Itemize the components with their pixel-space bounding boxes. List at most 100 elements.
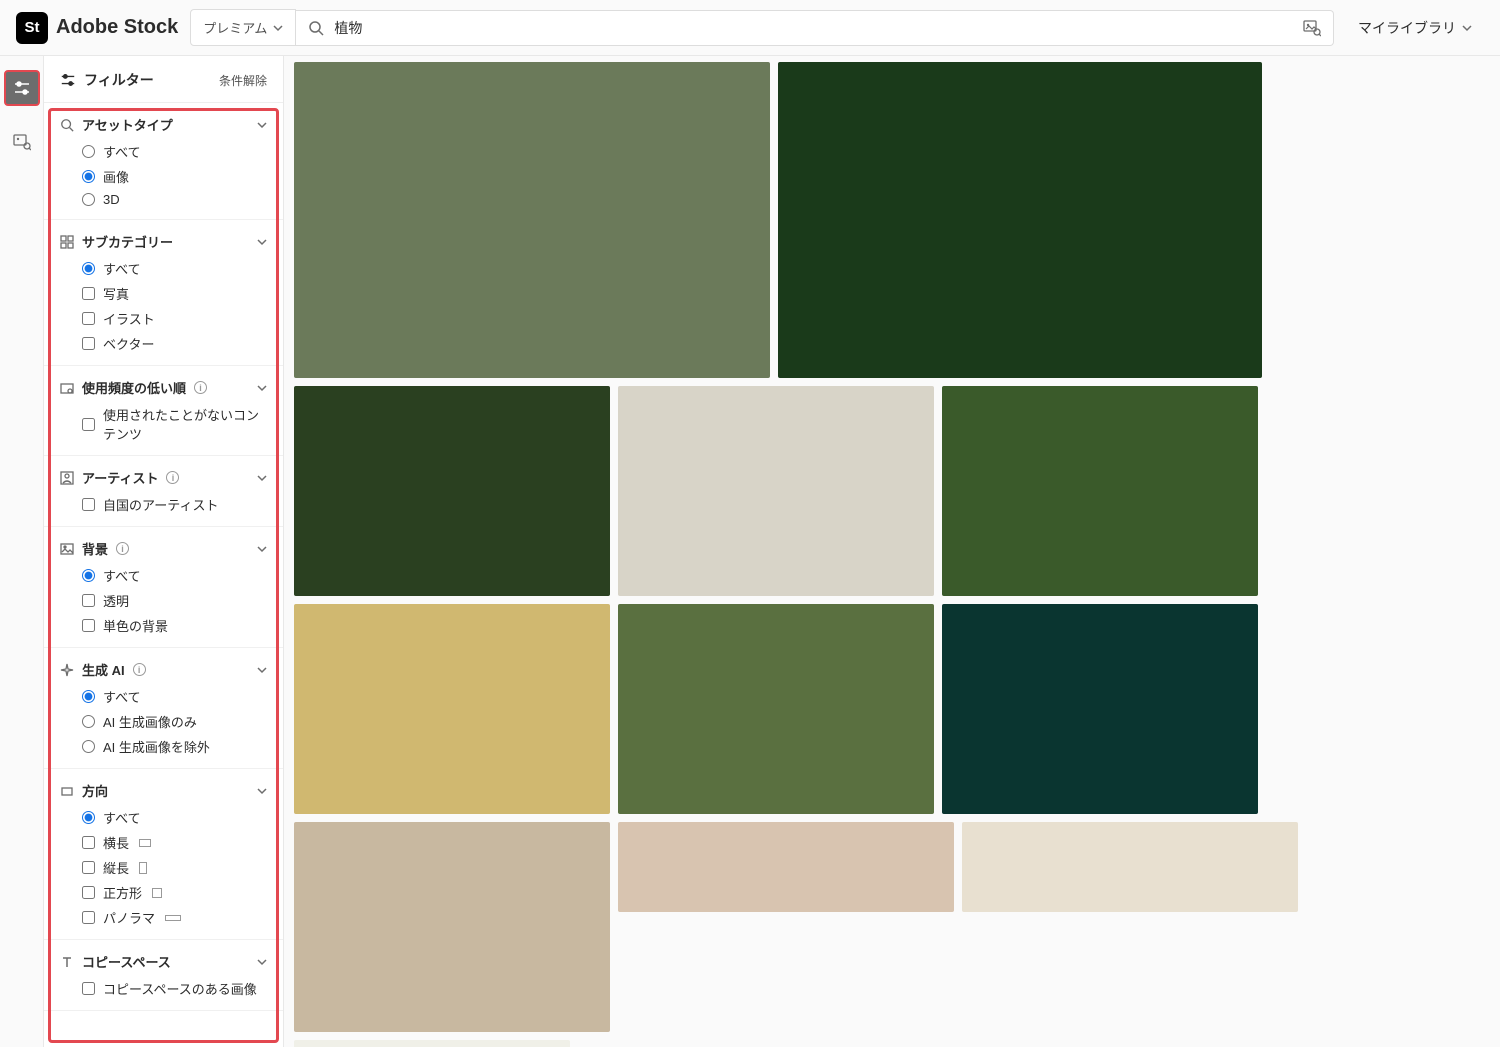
search-icon — [60, 118, 74, 132]
filter-section-toggle[interactable]: 背景i — [60, 539, 267, 558]
sliders-icon — [60, 72, 76, 88]
filter-section-artist: アーティストi 自国のアーティスト — [44, 456, 283, 527]
option-artist-local[interactable]: 自国のアーティスト — [82, 495, 267, 514]
sparkle-icon — [60, 663, 74, 677]
option-copyspace-has[interactable]: コピースペースのある画像 — [82, 979, 267, 998]
filter-section-subcategory: サブカテゴリー すべて 写真 イラスト ベクター — [44, 220, 283, 366]
info-icon[interactable]: i — [116, 542, 129, 555]
chevron-down-icon — [257, 665, 267, 675]
result-thumbnail[interactable] — [942, 604, 1258, 814]
option-orient-square[interactable]: 正方形 — [82, 883, 267, 902]
results-area — [284, 56, 1500, 1047]
result-thumbnail[interactable] — [778, 62, 1262, 378]
logo[interactable]: St Adobe Stock — [16, 12, 178, 44]
chevron-down-icon — [257, 120, 267, 130]
search-icon — [308, 20, 324, 36]
result-thumbnail[interactable] — [962, 822, 1298, 912]
option-orient-all[interactable]: すべて — [82, 808, 267, 827]
info-icon[interactable]: i — [166, 471, 179, 484]
main: フィルター 条件解除 アセットタイプ すべて 画像 3D サブカテゴリー — [0, 56, 1500, 1047]
result-thumbnail[interactable] — [618, 386, 934, 596]
option-ai-all[interactable]: すべて — [82, 687, 267, 706]
info-icon[interactable]: i — [194, 381, 207, 394]
image-icon — [60, 542, 74, 556]
clear-filters-link[interactable]: 条件解除 — [219, 72, 267, 89]
sliders-icon — [13, 79, 31, 97]
rail-visual-search-button[interactable] — [4, 124, 40, 160]
chevron-down-icon — [257, 383, 267, 393]
filter-section-toggle[interactable]: 使用頻度の低い順i — [60, 378, 267, 397]
chevron-down-icon — [257, 237, 267, 247]
filter-section-orientation: 方向 すべて 横長 縦長 正方形 パノラマ — [44, 769, 283, 940]
filter-panel: フィルター 条件解除 アセットタイプ すべて 画像 3D サブカテゴリー — [44, 56, 284, 1047]
search-input[interactable] — [334, 20, 1293, 36]
logo-badge: St — [16, 12, 48, 44]
result-thumbnail[interactable] — [618, 604, 934, 814]
result-thumbnail[interactable] — [294, 62, 770, 378]
square-shape-icon — [152, 888, 162, 898]
option-bg-solid[interactable]: 単色の背景 — [82, 616, 267, 635]
premium-label: プレミアム — [203, 18, 267, 37]
text-icon — [60, 955, 74, 969]
image-search-icon[interactable] — [1303, 19, 1321, 37]
chevron-down-icon — [1462, 23, 1472, 33]
filter-header: フィルター 条件解除 — [44, 56, 283, 103]
option-orient-panorama[interactable]: パノラマ — [82, 908, 267, 927]
filter-section-rare: 使用頻度の低い順i 使用されたことがないコンテンツ — [44, 366, 283, 456]
image-search-icon — [13, 133, 31, 151]
option-ai-only[interactable]: AI 生成画像のみ — [82, 712, 267, 731]
result-thumbnail[interactable] — [294, 1040, 570, 1047]
side-rail — [0, 56, 44, 1047]
rare-icon — [60, 381, 74, 395]
option-bg-transparent[interactable]: 透明 — [82, 591, 267, 610]
logo-text: Adobe Stock — [56, 16, 178, 39]
filter-section-background: 背景i すべて 透明 単色の背景 — [44, 527, 283, 648]
header: St Adobe Stock プレミアム マイライブラリ — [0, 0, 1500, 56]
filter-section-toggle[interactable]: 生成 AIi — [60, 660, 267, 679]
result-thumbnail[interactable] — [618, 822, 954, 912]
option-asset-all[interactable]: すべて — [82, 142, 267, 161]
result-thumbnail[interactable] — [294, 604, 610, 814]
orientation-icon — [60, 784, 74, 798]
chevron-down-icon — [257, 957, 267, 967]
user-icon — [60, 471, 74, 485]
option-ai-exclude[interactable]: AI 生成画像を除外 — [82, 737, 267, 756]
filter-section-copyspace: コピースペース コピースペースのある画像 — [44, 940, 283, 1011]
option-orient-vertical[interactable]: 縦長 — [82, 858, 267, 877]
mylibrary-label: マイライブラリ — [1358, 18, 1456, 38]
filter-section-genai: 生成 AIi すべて AI 生成画像のみ AI 生成画像を除外 — [44, 648, 283, 769]
option-asset-image[interactable]: 画像 — [82, 167, 267, 186]
vertical-shape-icon — [139, 862, 147, 874]
chevron-down-icon — [257, 544, 267, 554]
option-sub-vector[interactable]: ベクター — [82, 334, 267, 353]
option-sub-photo[interactable]: 写真 — [82, 284, 267, 303]
filter-section-asset-type: アセットタイプ すべて 画像 3D — [44, 103, 283, 220]
option-rare-never[interactable]: 使用されたことがないコンテンツ — [82, 405, 267, 443]
chevron-down-icon — [273, 23, 283, 33]
chevron-down-icon — [257, 786, 267, 796]
grid-icon — [60, 235, 74, 249]
result-thumbnail[interactable] — [294, 822, 610, 1032]
search-input-wrap — [296, 10, 1334, 46]
panorama-shape-icon — [165, 915, 181, 921]
option-sub-illustration[interactable]: イラスト — [82, 309, 267, 328]
result-thumbnail[interactable] — [294, 386, 610, 596]
filter-section-toggle[interactable]: アセットタイプ — [60, 115, 267, 134]
filter-section-toggle[interactable]: サブカテゴリー — [60, 232, 267, 251]
premium-dropdown[interactable]: プレミアム — [190, 9, 296, 46]
rail-filters-button[interactable] — [4, 70, 40, 106]
results-grid — [294, 62, 1490, 1047]
filter-title: フィルター — [60, 70, 154, 90]
option-bg-all[interactable]: すべて — [82, 566, 267, 585]
option-asset-3d[interactable]: 3D — [82, 192, 267, 207]
filter-section-toggle[interactable]: 方向 — [60, 781, 267, 800]
option-orient-horizontal[interactable]: 横長 — [82, 833, 267, 852]
mylibrary-dropdown[interactable]: マイライブラリ — [1346, 10, 1484, 46]
search-bar: プレミアム — [190, 9, 1334, 46]
info-icon[interactable]: i — [133, 663, 146, 676]
filter-section-toggle[interactable]: コピースペース — [60, 952, 267, 971]
filter-section-toggle[interactable]: アーティストi — [60, 468, 267, 487]
option-sub-all[interactable]: すべて — [82, 259, 267, 278]
result-thumbnail[interactable] — [942, 386, 1258, 596]
horizontal-shape-icon — [139, 839, 151, 847]
